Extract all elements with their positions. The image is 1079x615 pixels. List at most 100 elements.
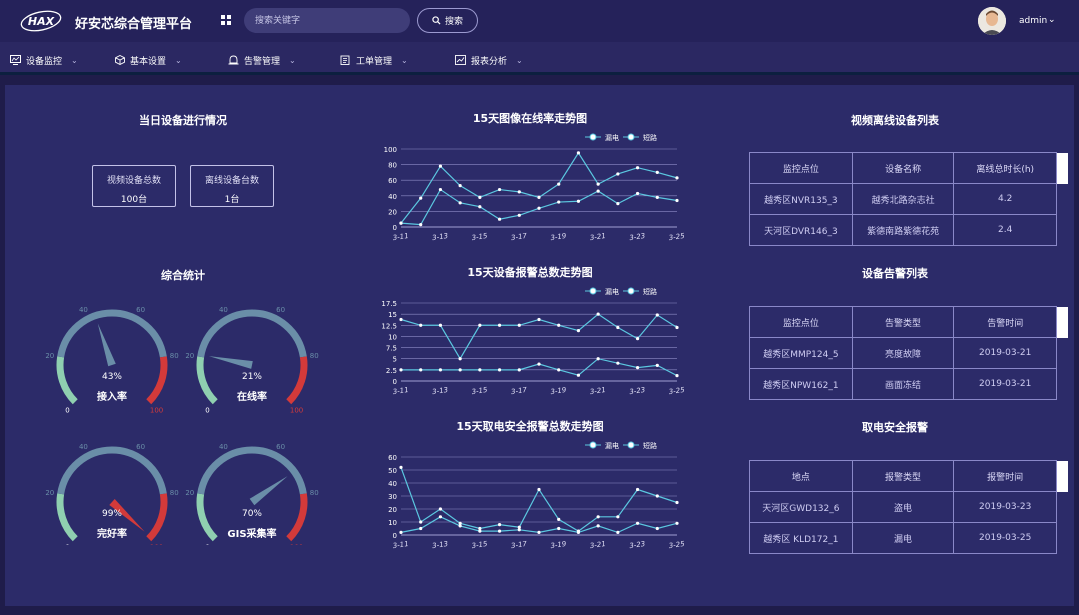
data-point[interactable] xyxy=(537,530,541,534)
data-point[interactable] xyxy=(675,325,679,330)
data-point[interactable] xyxy=(655,526,659,531)
data-point[interactable] xyxy=(458,184,462,188)
user-avatar[interactable] xyxy=(978,7,1006,35)
column-header[interactable]: 设备名称 xyxy=(851,152,955,184)
data-point[interactable] xyxy=(497,217,502,221)
series-line[interactable] xyxy=(400,467,678,532)
data-point[interactable] xyxy=(557,200,561,204)
data-point[interactable] xyxy=(675,176,679,180)
data-point[interactable] xyxy=(616,172,620,176)
data-point[interactable] xyxy=(576,151,581,155)
legend-marker[interactable] xyxy=(589,133,597,141)
nav-report-analysis[interactable]: 报表分析 ⌄ xyxy=(455,53,523,67)
data-point[interactable] xyxy=(399,465,403,469)
data-point[interactable] xyxy=(557,517,561,521)
data-point[interactable] xyxy=(478,195,482,199)
column-header[interactable]: 监控点位 xyxy=(749,152,853,184)
data-point[interactable] xyxy=(478,368,482,372)
data-point[interactable] xyxy=(419,323,423,327)
column-header[interactable]: 监控点位 xyxy=(749,306,853,338)
data-point[interactable] xyxy=(399,368,403,372)
data-point[interactable] xyxy=(399,221,403,225)
table-row[interactable]: 越秀区MMP124_5 亮度故障 2019-03-21 xyxy=(749,337,1068,369)
data-point[interactable] xyxy=(675,500,679,505)
data-point[interactable] xyxy=(596,312,600,316)
table-row[interactable]: 越秀区NPW162_1 画面冻结 2019-03-21 xyxy=(749,368,1068,400)
data-point[interactable] xyxy=(399,530,403,534)
data-point[interactable] xyxy=(419,223,423,227)
data-point[interactable] xyxy=(458,201,462,205)
legend-label[interactable]: 短路 xyxy=(643,441,657,450)
data-point[interactable] xyxy=(655,363,659,367)
table-row[interactable]: 天河区GWD132_6 盗电 2019-03-23 xyxy=(749,491,1068,523)
data-point[interactable] xyxy=(596,182,600,186)
data-point[interactable] xyxy=(497,368,502,372)
data-point[interactable] xyxy=(497,187,502,192)
column-header[interactable]: 地点 xyxy=(749,460,853,492)
data-point[interactable] xyxy=(458,524,462,528)
nav-work-order[interactable]: 工单管理 ⌄ xyxy=(340,53,408,67)
data-point[interactable] xyxy=(517,190,521,194)
data-point[interactable] xyxy=(576,199,581,203)
data-point[interactable] xyxy=(458,368,462,372)
data-point[interactable] xyxy=(419,526,423,531)
data-point[interactable] xyxy=(419,520,423,524)
data-point[interactable] xyxy=(478,205,482,209)
data-point[interactable] xyxy=(616,515,620,519)
legend-label[interactable]: 漏电 xyxy=(605,441,619,450)
legend-marker[interactable] xyxy=(627,441,635,449)
data-point[interactable] xyxy=(557,323,561,327)
data-point[interactable] xyxy=(537,206,541,210)
column-header[interactable]: 报警类型 xyxy=(851,460,955,492)
data-point[interactable] xyxy=(655,195,659,199)
legend-marker[interactable] xyxy=(627,287,635,295)
data-point[interactable] xyxy=(438,323,443,327)
data-point[interactable] xyxy=(576,373,581,377)
data-point[interactable] xyxy=(438,164,443,168)
legend-label[interactable]: 漏电 xyxy=(605,287,619,296)
data-point[interactable] xyxy=(419,196,423,200)
scrollbar[interactable] xyxy=(1056,460,1068,492)
nav-device-monitor[interactable]: 设备监控 ⌄ xyxy=(10,53,78,67)
series-line[interactable] xyxy=(400,151,678,224)
data-point[interactable] xyxy=(537,487,541,492)
data-point[interactable] xyxy=(557,182,561,186)
data-point[interactable] xyxy=(497,323,502,327)
data-point[interactable] xyxy=(517,528,521,532)
data-point[interactable] xyxy=(596,524,600,528)
search-input[interactable] xyxy=(244,8,410,33)
data-point[interactable] xyxy=(675,198,679,203)
table-row[interactable]: 越秀区 KLD172_1 漏电 2019-03-25 xyxy=(749,522,1068,554)
data-point[interactable] xyxy=(557,368,561,372)
data-point[interactable] xyxy=(517,368,521,372)
data-point[interactable] xyxy=(557,526,561,531)
data-point[interactable] xyxy=(438,515,443,519)
data-point[interactable] xyxy=(635,166,640,170)
data-point[interactable] xyxy=(576,329,581,333)
legend-label[interactable]: 短路 xyxy=(643,287,657,296)
data-point[interactable] xyxy=(497,529,502,533)
data-point[interactable] xyxy=(635,337,640,341)
data-point[interactable] xyxy=(635,366,640,370)
legend-label[interactable]: 漏电 xyxy=(605,133,619,142)
column-header[interactable]: 告警类型 xyxy=(851,306,955,338)
column-header[interactable]: 离线总时长(h) xyxy=(953,152,1058,184)
chevron-down-icon[interactable]: ⌄ xyxy=(1048,15,1056,25)
table-row[interactable]: 天河区DVR146_3 紫德南路紫德花苑 2.4 xyxy=(749,214,1068,246)
data-point[interactable] xyxy=(655,170,659,174)
hax-logo[interactable]: HAX xyxy=(20,9,62,33)
data-point[interactable] xyxy=(596,357,600,361)
data-point[interactable] xyxy=(458,357,462,361)
legend-marker[interactable] xyxy=(589,441,597,449)
data-point[interactable] xyxy=(438,187,443,192)
scrollbar[interactable] xyxy=(1056,152,1068,184)
data-point[interactable] xyxy=(616,325,620,330)
series-line[interactable] xyxy=(401,358,678,377)
data-point[interactable] xyxy=(537,317,541,322)
data-point[interactable] xyxy=(478,529,482,533)
data-point[interactable] xyxy=(438,368,443,372)
data-point[interactable] xyxy=(517,323,521,327)
data-point[interactable] xyxy=(655,313,659,317)
data-point[interactable] xyxy=(616,202,620,206)
data-point[interactable] xyxy=(616,361,620,365)
